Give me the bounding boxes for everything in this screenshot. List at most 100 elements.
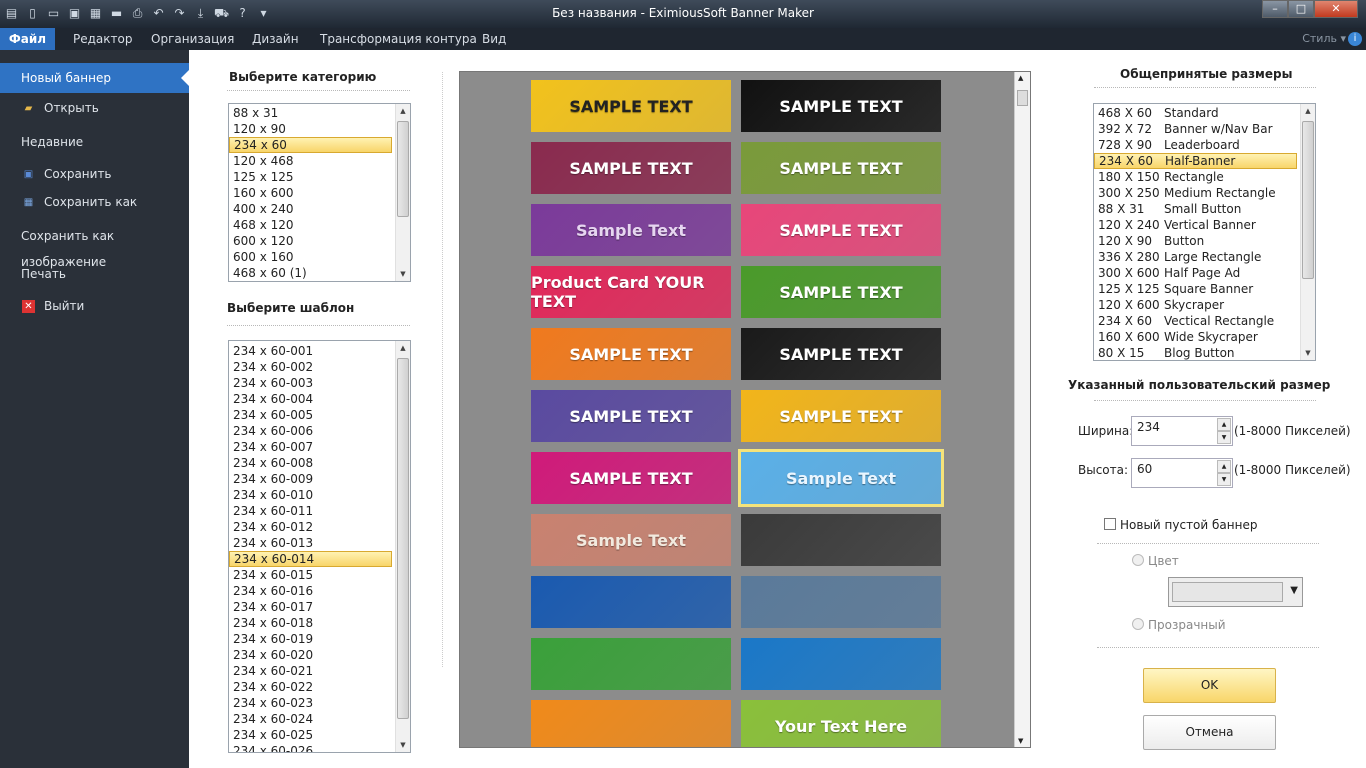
- tab-organize[interactable]: Организация: [151, 28, 234, 50]
- list-item[interactable]: 300 X 250 Medium Rectangle: [1094, 185, 1297, 201]
- sizes-scrollbar[interactable]: ▲ ▼: [1300, 104, 1315, 360]
- list-item[interactable]: 120 x 468: [229, 153, 392, 169]
- scroll-thumb[interactable]: [397, 358, 409, 719]
- template-thumbnail[interactable]: SAMPLE TEXT: [531, 80, 731, 132]
- list-item[interactable]: 120 x 90: [229, 121, 392, 137]
- list-item[interactable]: 234 x 60-019: [229, 631, 392, 647]
- sidebar-item-save[interactable]: ▣ Сохранить: [0, 161, 189, 187]
- template-thumbnail[interactable]: Sample Text: [738, 449, 944, 507]
- list-item[interactable]: 300 X 600 Half Page Ad: [1094, 265, 1297, 281]
- sidebar-item-new-banner[interactable]: Новый баннер: [0, 63, 189, 93]
- template-thumbnail[interactable]: SAMPLE TEXT: [531, 452, 731, 504]
- sidebar-item-recent[interactable]: Недавние: [0, 129, 189, 155]
- sizes-list[interactable]: 468 X 60 Standard 392 X 72 Banner w/Nav Bar…: [1093, 103, 1316, 361]
- list-item[interactable]: 234 X 60 Half-Banner: [1094, 153, 1297, 169]
- minimize-button[interactable]: –: [1262, 0, 1288, 18]
- scroll-thumb[interactable]: [397, 121, 409, 217]
- cancel-button[interactable]: Отмена: [1143, 715, 1276, 750]
- color-picker[interactable]: ▼: [1168, 577, 1303, 607]
- scroll-thumb[interactable]: [1017, 90, 1028, 106]
- style-dropdown[interactable]: Стиль ▾: [1302, 32, 1346, 45]
- template-thumbnail[interactable]: SAMPLE TEXT: [741, 328, 941, 380]
- list-item[interactable]: 88 X 31 Small Button: [1094, 201, 1297, 217]
- tab-view[interactable]: Вид: [482, 28, 506, 50]
- list-item[interactable]: 234 X 60 Vectical Rectangle: [1094, 313, 1297, 329]
- sidebar-item-print[interactable]: Печать: [0, 261, 189, 287]
- template-thumbnail[interactable]: SAMPLE TEXT: [741, 266, 941, 318]
- sidebar-item-exit[interactable]: ✕ Выйти: [0, 293, 189, 319]
- list-item[interactable]: 234 x 60-020: [229, 647, 392, 663]
- list-item[interactable]: 234 x 60-026: [229, 743, 392, 752]
- list-item[interactable]: 88 x 31: [229, 105, 392, 121]
- template-thumbnail[interactable]: SAMPLE TEXT: [531, 390, 731, 442]
- template-thumbnail[interactable]: [531, 700, 731, 747]
- list-item[interactable]: 600 x 120: [229, 233, 392, 249]
- template-thumbnail[interactable]: SAMPLE TEXT: [741, 142, 941, 194]
- sidebar-item-save-as[interactable]: ▦ Сохранить как: [0, 189, 189, 215]
- list-item[interactable]: 234 x 60-025: [229, 727, 392, 743]
- list-item[interactable]: 392 X 72 Banner w/Nav Bar: [1094, 121, 1297, 137]
- list-item[interactable]: 234 x 60-005: [229, 407, 392, 423]
- template-thumbnail[interactable]: Sample Text: [531, 204, 731, 256]
- scroll-down-icon[interactable]: ▼: [396, 267, 410, 281]
- ok-button[interactable]: OK: [1143, 668, 1276, 703]
- template-thumbnail[interactable]: [741, 514, 941, 566]
- list-item[interactable]: 728 X 90 Leaderboard: [1094, 137, 1297, 153]
- tab-path-transform[interactable]: Трансформация контура: [320, 28, 477, 50]
- template-thumbnail[interactable]: SAMPLE TEXT: [531, 142, 731, 194]
- template-thumbnail[interactable]: [741, 576, 941, 628]
- scroll-thumb[interactable]: [1302, 121, 1314, 279]
- template-thumbnail[interactable]: [531, 576, 731, 628]
- decrement-icon[interactable]: ▼: [1217, 473, 1231, 486]
- list-item[interactable]: 160 X 600 Wide Skycraper: [1094, 329, 1297, 345]
- list-item[interactable]: 234 x 60-006: [229, 423, 392, 439]
- transparent-radio[interactable]: [1132, 618, 1144, 630]
- list-item[interactable]: 234 x 60-003: [229, 375, 392, 391]
- increment-icon[interactable]: ▲: [1217, 460, 1231, 473]
- list-item[interactable]: 234 x 60-007: [229, 439, 392, 455]
- template-thumbnail[interactable]: Product Card YOUR TEXT: [531, 266, 731, 318]
- list-item[interactable]: 600 x 160: [229, 249, 392, 265]
- scroll-up-icon[interactable]: ▲: [1301, 104, 1315, 118]
- list-item[interactable]: 468 x 120: [229, 217, 392, 233]
- list-item[interactable]: 234 x 60-001: [229, 343, 392, 359]
- close-button[interactable]: ✕: [1314, 0, 1358, 18]
- template-scrollbar[interactable]: ▲ ▼: [395, 341, 410, 752]
- empty-banner-checkbox[interactable]: [1104, 518, 1116, 530]
- list-item[interactable]: 336 X 280 Large Rectangle: [1094, 249, 1297, 265]
- tab-file[interactable]: Файл: [0, 28, 55, 50]
- list-item[interactable]: 400 x 240: [229, 201, 392, 217]
- list-item[interactable]: 234 x 60-015: [229, 567, 392, 583]
- list-item[interactable]: 234 x 60-012: [229, 519, 392, 535]
- height-spinner[interactable]: 60 ▲ ▼: [1131, 458, 1233, 488]
- template-thumbnail[interactable]: SAMPLE TEXT: [741, 390, 941, 442]
- list-item[interactable]: 160 x 600: [229, 185, 392, 201]
- scroll-up-icon[interactable]: ▲: [396, 104, 410, 118]
- template-thumbnail[interactable]: SAMPLE TEXT: [741, 204, 941, 256]
- scroll-up-icon[interactable]: ▲: [1018, 74, 1023, 82]
- template-thumbnail[interactable]: Sample Text: [531, 514, 731, 566]
- decrement-icon[interactable]: ▼: [1217, 431, 1231, 444]
- list-item[interactable]: 234 x 60: [229, 137, 392, 153]
- list-item[interactable]: 234 x 60-018: [229, 615, 392, 631]
- list-item[interactable]: 80 X 15 Blog Button: [1094, 345, 1297, 360]
- list-item[interactable]: 234 x 60-010: [229, 487, 392, 503]
- sidebar-item-open[interactable]: ▰ Открыть: [0, 95, 189, 121]
- tab-editor[interactable]: Редактор: [73, 28, 132, 50]
- increment-icon[interactable]: ▲: [1217, 418, 1231, 431]
- list-item[interactable]: 234 x 60-008: [229, 455, 392, 471]
- scroll-up-icon[interactable]: ▲: [396, 341, 410, 355]
- template-thumbnail[interactable]: [741, 638, 941, 690]
- color-radio[interactable]: [1132, 554, 1144, 566]
- maximize-button[interactable]: □: [1288, 0, 1314, 18]
- scroll-down-icon[interactable]: ▼: [1301, 346, 1315, 360]
- scroll-down-icon[interactable]: ▼: [396, 738, 410, 752]
- list-item[interactable]: 120 X 90 Button: [1094, 233, 1297, 249]
- sidebar-item-save-as-image[interactable]: Сохранить как изображение: [0, 223, 189, 269]
- tab-design[interactable]: Дизайн: [252, 28, 299, 50]
- template-thumbnail[interactable]: SAMPLE TEXT: [531, 328, 731, 380]
- template-thumbnail[interactable]: Your Text Here: [741, 700, 941, 747]
- list-item[interactable]: 234 x 60-017: [229, 599, 392, 615]
- gallery-scrollbar[interactable]: ▲ ▼: [1014, 72, 1030, 747]
- list-item[interactable]: 468 X 60 Standard: [1094, 105, 1297, 121]
